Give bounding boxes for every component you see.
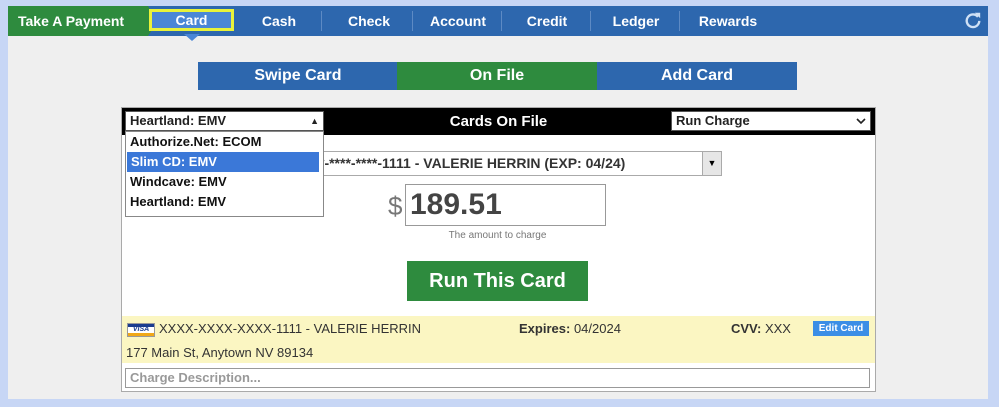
triangle-up-icon: ▲ bbox=[310, 116, 319, 126]
card-on-file-select[interactable]: *-****-****-1111 - VALERIE HERRIN (EXP: … bbox=[312, 151, 722, 176]
expires-value: 04/2024 bbox=[573, 321, 621, 336]
nav-divider bbox=[321, 11, 322, 31]
cvv-value: XXX bbox=[764, 321, 791, 336]
card-method-tabs: Swipe Card On File Add Card bbox=[198, 62, 797, 90]
processor-option[interactable]: Heartland: EMV bbox=[126, 192, 323, 212]
tab-account[interactable]: Account bbox=[420, 6, 496, 36]
tab-check[interactable]: Check bbox=[333, 6, 405, 36]
tab-cash[interactable]: Cash bbox=[246, 6, 312, 36]
charge-description-input[interactable]: Charge Description... bbox=[125, 368, 870, 388]
payment-frame: Take A Payment Card Cash Check Account C… bbox=[8, 6, 988, 399]
nav-divider bbox=[679, 11, 680, 31]
edit-card-button[interactable]: Edit Card bbox=[813, 321, 869, 336]
currency-symbol: $ bbox=[388, 191, 403, 221]
run-card-button[interactable]: Run This Card bbox=[407, 261, 588, 301]
active-tab-caret bbox=[184, 34, 200, 41]
chevron-down-icon bbox=[856, 118, 866, 125]
processor-select[interactable]: Heartland: EMV ▲ bbox=[125, 111, 324, 131]
subtab-swipe-card[interactable]: Swipe Card bbox=[198, 62, 398, 90]
card-number: XXXX-XXXX-XXXX-1111 - VALERIE HERRIN bbox=[159, 321, 422, 336]
card-details: VISA XXXX-XXXX-XXXX-1111 - VALERIE HERRI… bbox=[122, 316, 875, 363]
subtab-on-file[interactable]: On File bbox=[397, 62, 597, 90]
refresh-icon[interactable] bbox=[964, 11, 982, 29]
nav-divider bbox=[412, 11, 413, 31]
nav-divider bbox=[590, 11, 591, 31]
cvv-label: CVV: bbox=[731, 321, 762, 336]
action-select-value: Run Charge bbox=[676, 113, 750, 128]
tab-ledger[interactable]: Ledger bbox=[598, 6, 674, 36]
subtab-add-card[interactable]: Add Card bbox=[597, 62, 797, 90]
tab-credit[interactable]: Credit bbox=[510, 6, 584, 36]
top-navigation: Take A Payment Card Cash Check Account C… bbox=[8, 6, 988, 41]
nav-divider bbox=[501, 11, 502, 31]
billing-address: 177 Main St, Anytown NV 89134 bbox=[126, 345, 314, 360]
visa-card-icon: VISA bbox=[127, 323, 155, 337]
page-title: Take A Payment bbox=[8, 6, 148, 36]
processor-dropdown-list: Authorize.Net: ECOM Slim CD: EMV Windcav… bbox=[125, 131, 324, 217]
card-expires: Expires: 04/2024 bbox=[519, 321, 621, 336]
amount-input[interactable]: 189.51 bbox=[405, 184, 606, 226]
card-cvv: CVV: XXX bbox=[731, 321, 791, 336]
amount-hint: The amount to charge bbox=[448, 230, 547, 241]
expires-label: Expires: bbox=[519, 321, 571, 336]
tab-rewards[interactable]: Rewards bbox=[685, 6, 771, 36]
processor-option[interactable]: Authorize.Net: ECOM bbox=[126, 132, 323, 152]
cards-on-file-panel: Cards On File Heartland: EMV ▲ Run Charg… bbox=[121, 107, 876, 392]
triangle-down-icon[interactable]: ▼ bbox=[702, 151, 722, 176]
action-select[interactable]: Run Charge bbox=[671, 111, 871, 131]
processor-option[interactable]: Windcave: EMV bbox=[126, 172, 323, 192]
processor-select-value: Heartland: EMV bbox=[130, 113, 227, 128]
tab-card[interactable]: Card bbox=[149, 9, 234, 31]
processor-option-selected[interactable]: Slim CD: EMV bbox=[127, 152, 319, 172]
